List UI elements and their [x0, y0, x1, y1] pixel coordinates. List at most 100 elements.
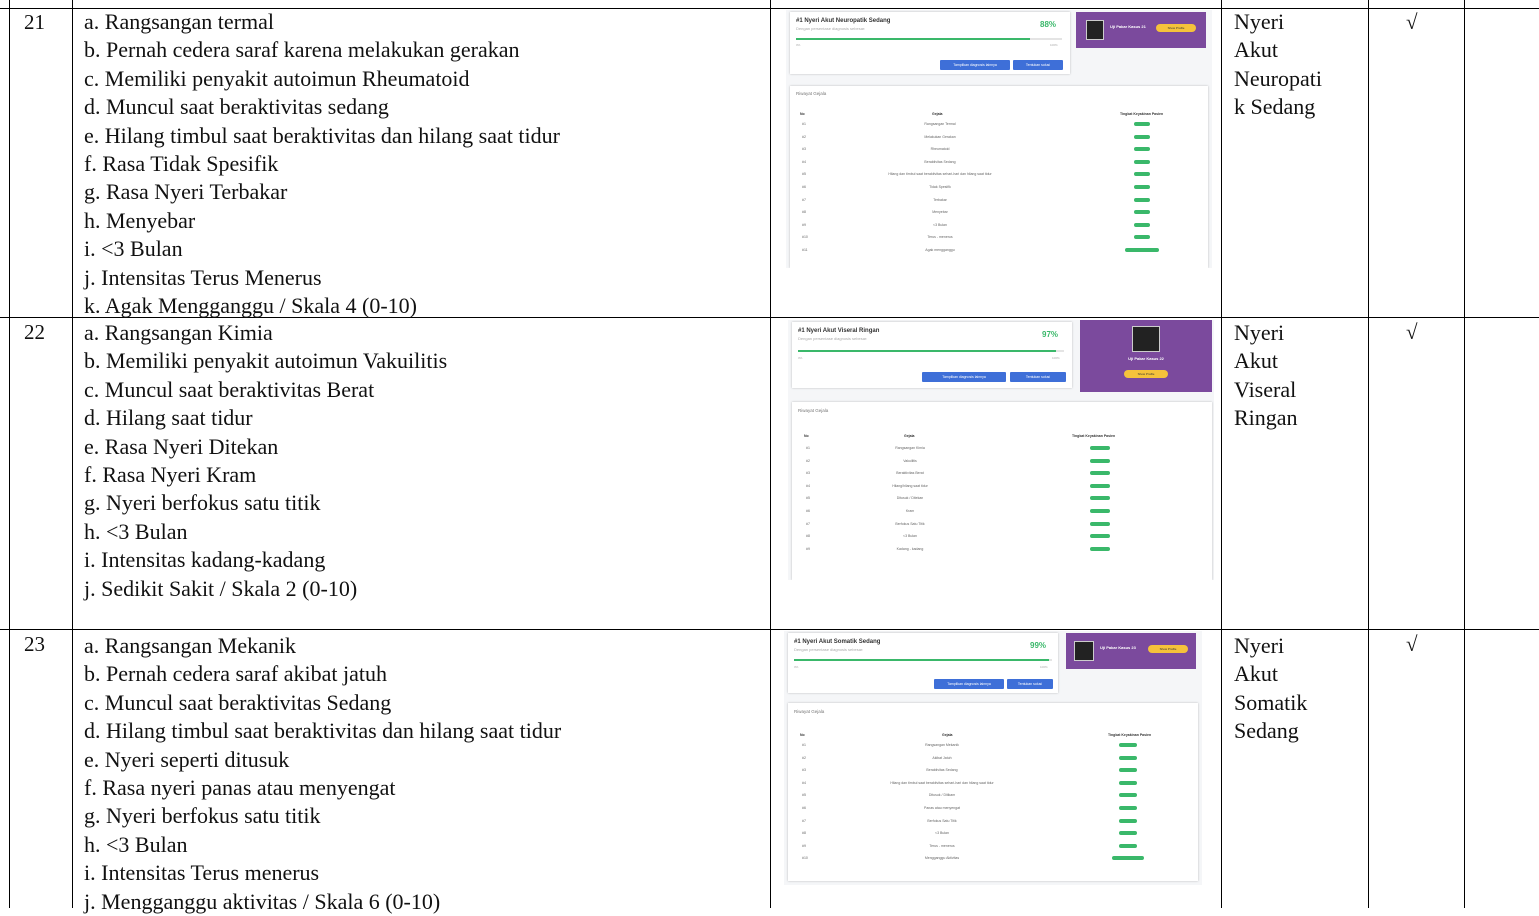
list-item: d. Hilang timbul saat beraktivitas dan h… [84, 718, 562, 744]
symptom-cell: Akibat Jatuh [932, 755, 952, 760]
progress-max: 100% [1052, 356, 1060, 360]
avatar [1074, 641, 1094, 661]
diagnosis-line: Neuropati [1234, 65, 1322, 91]
result-card: #1 Nyeri Akut Somatik Sedang Dengan pers… [788, 633, 1058, 693]
list-item: i. <3 Bulan [84, 236, 183, 262]
col-level-header: Tingkat Keyakinan Pasien [1072, 434, 1116, 438]
row-number: #2 [806, 458, 810, 463]
confidence-badge [1134, 210, 1150, 215]
row-number: #3 [802, 768, 806, 773]
solution-button[interactable]: Tentukan solusi [1007, 679, 1053, 689]
solution-button[interactable]: Tentukan solusi [1013, 60, 1063, 70]
list-item: j. Mengganggu aktivitas / Skala 6 (0-10) [84, 888, 441, 914]
progress-fill [794, 659, 1050, 661]
symptom-cell: Rangsangan Kimia [895, 446, 925, 450]
list-item: d. Hilang saat tidur [84, 405, 253, 431]
table-row: #9 <3 Bulan [790, 222, 1208, 236]
progress-max: 100% [1040, 665, 1048, 669]
table-row: #11 Agak mengganggu [790, 248, 1208, 261]
diagnosis-line: Sedang [1234, 718, 1299, 744]
show-profile-button[interactable]: Show Profile [1124, 370, 1168, 378]
diagnosis-label: Nyeri Akut Viseral Ringan [1234, 319, 1364, 433]
col-no-header: No [800, 112, 805, 116]
checkmark: √ [1406, 320, 1418, 344]
row-number: #4 [802, 780, 806, 785]
table-row: #7 Berfokus Satu Titik [792, 521, 1212, 535]
row-number: #6 [806, 509, 810, 513]
solution-button[interactable]: Tentukan solusi [1010, 372, 1066, 382]
row-number: #6 [802, 806, 806, 810]
profile-name: Uji Pakar Kasus 23 [1100, 645, 1136, 650]
progress-bar [796, 38, 1062, 40]
col-level-header: Tingkat Keyakinan Pasien [1120, 112, 1164, 116]
row-number: #5 [802, 172, 806, 177]
progress-fill [796, 38, 1031, 40]
symptom-cell: Menyebar [932, 210, 948, 215]
symptom-cell: Beraktivitas Berat [896, 471, 924, 476]
confidence-badge [1134, 185, 1150, 189]
confidence-badge [1119, 780, 1137, 785]
progress-bar [794, 659, 1052, 661]
column-divider [1464, 0, 1465, 908]
column-divider [1368, 0, 1369, 908]
row-number: #8 [802, 831, 806, 836]
table-row: #5 Ditusuk / Ditekan [792, 496, 1212, 509]
confidence-badge [1134, 122, 1150, 126]
table-row: #8 <3 Bulan [788, 831, 1198, 844]
diagnosis-subtitle: Dengan persentase diagnosis sebesar: [794, 647, 864, 652]
symptom-list: a. Rangsangan Kimia b. Memiliki penyakit… [84, 319, 447, 603]
symptom-cell: Kram [905, 509, 915, 513]
other-diagnosis-button[interactable]: Tampilkan diagnosis lainnya [922, 372, 1006, 382]
table-row: #10 Terus - menerus [790, 235, 1208, 248]
confidence-badge [1090, 496, 1110, 501]
list-item: i. Intensitas Terus menerus [84, 860, 320, 886]
confidence-badge [1090, 471, 1110, 476]
table-row: #6 Kram [792, 509, 1212, 522]
diagnosis-line: Nyeri [1234, 633, 1285, 658]
confidence-badge [1119, 843, 1137, 848]
list-item: f. Rasa nyeri panas atau menyengat [84, 774, 396, 800]
confidence-badge [1119, 793, 1137, 798]
table-row: #3 Beraktivitas Sedang [788, 768, 1198, 781]
result-card: #1 Nyeri Akut Viseral Ringan Dengan pers… [792, 322, 1072, 388]
row-number: #2 [802, 134, 806, 139]
list-item: b. Pernah cedera saraf akibat jatuh [84, 661, 387, 687]
progress-fill [798, 350, 1057, 352]
history-card: Riwayat Gejala No Gejala Tingkat Keyakin… [790, 86, 1208, 268]
confidence-badge [1090, 509, 1110, 513]
profile-name: Uji Pakar Kasus 21 [1110, 24, 1146, 29]
history-title: Riwayat Gejala [794, 709, 825, 714]
symptom-cell: Ditusuk / Ditekan [896, 496, 924, 501]
table-row: #2 Melakukan Gerakan [790, 134, 1208, 148]
diagnosis-title: #1 Nyeri Akut Viseral Ringan [798, 328, 880, 334]
list-item: i. Intensitas kadang-kadang [84, 547, 326, 573]
symptom-cell: <3 Bulan [933, 222, 947, 227]
table-row: #1 Rangsangan Termal [790, 122, 1208, 135]
row-number: #8 [806, 534, 810, 539]
show-profile-button[interactable]: Show Profile [1148, 645, 1188, 653]
other-diagnosis-button[interactable]: Tampilkan diagnosis lainnya [940, 60, 1010, 70]
diagnosis-label: Nyeri Akut Neuropati k Sedang [1234, 8, 1364, 122]
table-row: #6 Tidak Spesifik [790, 185, 1208, 198]
list-item: h. <3 Bulan [84, 831, 188, 857]
show-profile-button[interactable]: Show Profile [1156, 24, 1196, 32]
row-number: #11 [802, 248, 808, 252]
symptom-cell: Rheumatoid [930, 147, 950, 152]
history-title: Riwayat Gejala [798, 408, 829, 413]
table-row: #3 Rheumatoid [790, 147, 1208, 160]
col-gejala-header: Gejala [932, 112, 943, 116]
row-number: #4 [802, 159, 806, 164]
symptom-cell: <3 Bulan [935, 831, 949, 836]
column-divider [770, 0, 771, 908]
diagnosis-percent: 97% [1042, 330, 1059, 339]
row-number: #7 [802, 197, 806, 202]
other-diagnosis-button[interactable]: Tampilkan diagnosis lainnya [934, 679, 1004, 689]
row-number: #9 [802, 222, 806, 227]
list-item: a. Rangsangan termal [84, 9, 274, 34]
confidence-badge [1090, 546, 1110, 551]
row-number: #7 [802, 818, 806, 823]
list-item: d. Muncul saat beraktivitas sedang [84, 94, 389, 120]
table-row: #3 Beraktivitas Berat [792, 471, 1212, 484]
row-number: #1 [806, 446, 810, 450]
list-item: g. Nyeri berfokus satu titik [84, 803, 321, 829]
